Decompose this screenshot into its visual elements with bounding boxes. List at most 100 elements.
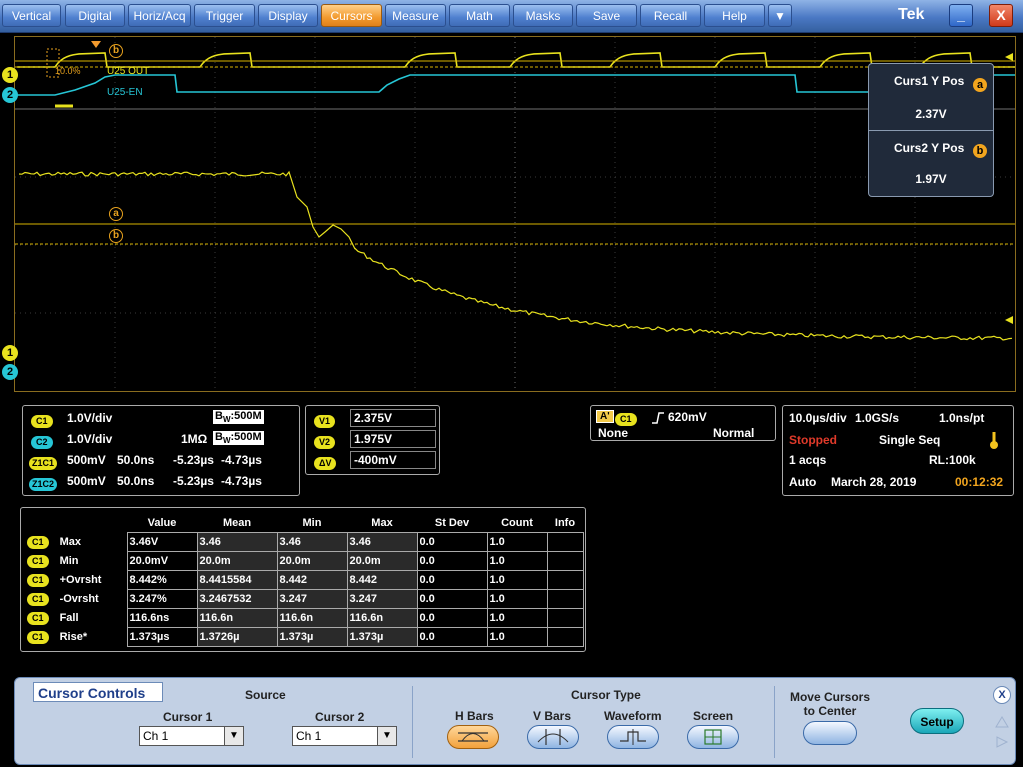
table-row[interactable]: C1 -Ovrsht 3.247% 3.2467532 3.247 3.247 … xyxy=(25,589,584,609)
table-row[interactable]: C1 +Ovrsht 8.442% 8.4415584 8.442 8.442 … xyxy=(25,570,584,590)
scroll-up-icon[interactable] xyxy=(995,716,1009,728)
cell: 0.0 xyxy=(416,627,488,647)
cell xyxy=(546,608,584,628)
cell xyxy=(546,589,584,609)
menu-digital[interactable]: Digital xyxy=(65,4,125,27)
cell: 116.6n xyxy=(346,608,418,628)
close-window-button[interactable]: X xyxy=(989,4,1013,27)
rising-edge-icon xyxy=(652,412,664,424)
ch2-zoom-offset-marker[interactable]: 2 xyxy=(2,364,18,380)
row-name: Rise* xyxy=(59,630,88,643)
setup-button[interactable]: Setup xyxy=(910,708,964,734)
menu-masks[interactable]: Masks xyxy=(513,4,573,27)
cell xyxy=(546,627,584,647)
ch1-offset-marker[interactable]: 1 xyxy=(2,67,18,83)
cell: 3.247 xyxy=(346,589,418,609)
vbars-button[interactable] xyxy=(527,725,579,749)
cell: 3.247% xyxy=(126,589,198,609)
screen-label: Screen xyxy=(693,709,734,723)
menu-help[interactable]: Help xyxy=(704,4,765,27)
z1c1-scale: 500mV xyxy=(67,453,106,467)
menu-recall[interactable]: Recall xyxy=(640,4,701,27)
acquisition-panel[interactable]: 10.0µs/div 1.0GS/s 1.0ns/pt Stopped Sing… xyxy=(782,405,1014,496)
cell xyxy=(546,570,584,590)
cell: 20.0m xyxy=(276,551,348,571)
threshold-label: 10.0% xyxy=(55,66,81,76)
vbars-label: V Bars xyxy=(533,709,572,723)
move-cursors-label: Move Cursors to Center xyxy=(789,690,871,718)
row-name: +Ovrsht xyxy=(59,573,102,586)
cursor-readout-box: Curs1 Y Pos a 2.37V Curs2 Y Pos b 1.97V xyxy=(868,63,994,197)
cell: 0.0 xyxy=(416,589,488,609)
z1c2-time: 50.0ns xyxy=(117,474,155,488)
cursor-value-panel[interactable]: V1 2.375V V2 1.975V ΔV -400mV xyxy=(305,405,440,475)
trigger-level-icon xyxy=(1005,316,1013,324)
cell: 3.46 xyxy=(276,532,348,552)
v1-tag: V1 xyxy=(314,415,336,428)
menu-trigger[interactable]: Trigger xyxy=(194,4,255,27)
divider xyxy=(412,686,413,758)
close-icon[interactable]: X xyxy=(993,686,1011,704)
curs2-value: 1.97V xyxy=(915,172,947,186)
cursor-a-label: a xyxy=(109,207,123,221)
trigger-a-tag: A' xyxy=(596,410,614,423)
ch1-zoom-offset-marker[interactable]: 1 xyxy=(2,345,18,361)
col-count: Count xyxy=(501,517,533,529)
z1c2-t1: -5.23µs xyxy=(173,474,214,488)
table-row[interactable]: C1 Fall 116.6ns 116.6n 116.6n 116.6n 0.0… xyxy=(25,608,584,628)
c2-coupling: 1MΩ xyxy=(181,432,208,446)
scroll-right-icon[interactable] xyxy=(995,736,1009,748)
col-value: Value xyxy=(147,517,177,529)
waveform-display[interactable]: a b b 10.0% U25 OUT U25-EN Curs1 Y Pos a… xyxy=(14,36,1016,392)
table-row[interactable]: C1 Rise* 1.373µs 1.3726µ 1.373µ 1.373µ 0… xyxy=(25,627,584,647)
minimize-button[interactable]: _ xyxy=(949,4,973,27)
cell: 0.0 xyxy=(416,532,488,552)
menu-math[interactable]: Math xyxy=(449,4,510,27)
move-to-center-button[interactable] xyxy=(803,721,857,745)
cell: 1.3726µ xyxy=(196,627,278,647)
waveform-button[interactable] xyxy=(607,725,659,749)
cell: 1.0 xyxy=(486,627,548,647)
cell: 8.442% xyxy=(126,570,198,590)
menu-display[interactable]: Display xyxy=(258,4,318,27)
trigger-level-overview-icon xyxy=(1005,53,1013,61)
chevron-down-icon: ▼ xyxy=(224,727,243,745)
ch2-offset-marker[interactable]: 2 xyxy=(2,87,18,103)
trigger-source-tag: C1 xyxy=(615,413,637,426)
vertical-readout-panel[interactable]: C1 1.0V/div BW:500M C2 1.0V/div 1MΩ BW:5… xyxy=(22,405,300,496)
menu-measure[interactable]: Measure xyxy=(385,4,446,27)
v2-tag: V2 xyxy=(314,436,336,449)
cursor-b-overview-label: b xyxy=(109,44,123,58)
c2-scale: 1.0V/div xyxy=(67,432,113,446)
record-length: RL:100k xyxy=(929,453,976,467)
table-row[interactable]: C1 Min 20.0mV 20.0m 20.0m 20.0m 0.0 1.0 xyxy=(25,551,584,571)
cell: 1.0 xyxy=(486,589,548,609)
screen-button[interactable] xyxy=(687,725,739,749)
menu-bar: Vertical Digital Horiz/Acq Trigger Displ… xyxy=(0,0,1023,33)
hbars-button[interactable] xyxy=(447,725,499,749)
z1c1-t2: -4.73µs xyxy=(221,453,262,467)
clock: 00:12:32 xyxy=(955,475,1004,489)
menu-cursors[interactable]: Cursors xyxy=(321,4,382,27)
cell: 8.442 xyxy=(346,570,418,590)
cursor2-source-dropdown[interactable]: Ch 1 ▼ xyxy=(292,726,397,746)
cell: 20.0m xyxy=(196,551,278,571)
acq-mode: Single Seq xyxy=(879,433,941,447)
trigger-readout-panel[interactable]: A' C1 620mV None Normal xyxy=(590,405,776,441)
cell: 0.0 xyxy=(416,608,488,628)
measurement-panel[interactable]: Value Mean Min Max St Dev Count Info C1 … xyxy=(20,507,586,652)
menu-vertical[interactable]: Vertical xyxy=(2,4,61,27)
cursor1-source-value: Ch 1 xyxy=(143,729,169,743)
curs2-label: Curs2 Y Pos xyxy=(894,141,965,155)
cursor1-source-dropdown[interactable]: Ch 1 ▼ xyxy=(139,726,244,746)
cursor-a-icon: a xyxy=(973,78,987,92)
c1-bw-prefix: B xyxy=(215,410,223,422)
menu-more-button[interactable]: ▼ xyxy=(768,4,792,27)
row-name: Min xyxy=(59,554,79,567)
trigger-level: 620mV xyxy=(668,410,707,424)
menu-save[interactable]: Save xyxy=(576,4,637,27)
row-name: Fall xyxy=(59,611,79,624)
table-row[interactable]: C1 Max 3.46V 3.46 3.46 3.46 0.0 1.0 xyxy=(25,532,584,552)
z1c1-tag: Z1C1 xyxy=(29,457,58,470)
menu-horiz-acq[interactable]: Horiz/Acq xyxy=(128,4,191,27)
